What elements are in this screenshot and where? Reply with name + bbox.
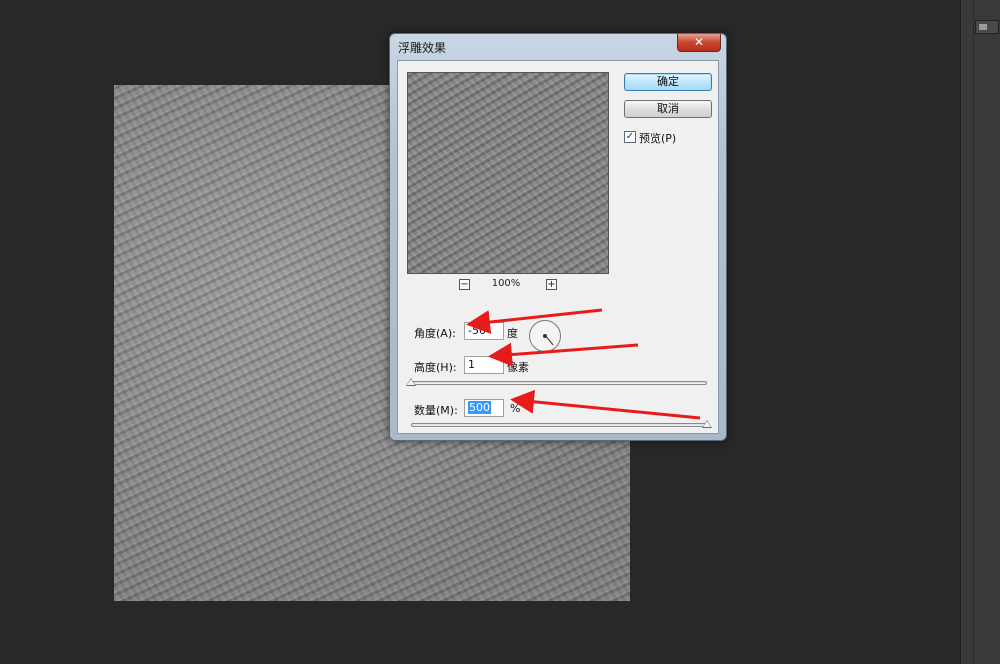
height-slider-track[interactable]: [411, 381, 707, 385]
zoom-level: 100%: [491, 278, 521, 289]
height-input[interactable]: 1: [464, 356, 504, 374]
zoom-out-button[interactable]: −: [459, 279, 470, 290]
ok-button[interactable]: 确定: [624, 73, 712, 91]
amount-input[interactable]: 500: [464, 399, 504, 417]
panel-divider: [973, 0, 974, 664]
angle-dial[interactable]: [529, 320, 561, 352]
amount-label: 数量(M):: [414, 404, 458, 417]
amount-slider-track[interactable]: [411, 423, 707, 427]
filter-preview-pane[interactable]: [407, 72, 609, 274]
close-icon: ✕: [693, 35, 705, 49]
dialog-titlebar[interactable]: 浮雕效果 ✕: [390, 34, 726, 60]
zoom-in-icon: +: [547, 279, 556, 290]
panel-collapse-icon[interactable]: [975, 20, 999, 34]
close-button[interactable]: ✕: [677, 34, 721, 52]
emboss-dialog: 浮雕效果 ✕ − 100% + 确定 取消 ✓ 预览(P) 角度(A): -50…: [389, 33, 727, 441]
height-slider-thumb[interactable]: [406, 378, 416, 386]
right-panel-dock: [960, 0, 1000, 664]
checkmark-icon: ✓: [625, 131, 635, 142]
angle-dial-center: [543, 334, 547, 338]
angle-label: 角度(A):: [414, 327, 456, 340]
cancel-button[interactable]: 取消: [624, 100, 712, 118]
preview-checkbox-label: 预览(P): [639, 132, 677, 145]
height-label: 高度(H):: [414, 361, 457, 374]
amount-unit: %: [510, 402, 521, 415]
angle-unit: 度: [507, 327, 518, 340]
preview-checkbox[interactable]: ✓: [624, 131, 636, 143]
angle-input[interactable]: -50: [464, 322, 504, 340]
zoom-in-button[interactable]: +: [546, 279, 557, 290]
amount-slider-thumb[interactable]: [702, 420, 712, 428]
dialog-title: 浮雕效果: [398, 41, 447, 55]
height-unit: 像素: [507, 361, 529, 374]
zoom-out-icon: −: [460, 279, 469, 290]
dialog-client-area: − 100% + 确定 取消 ✓ 预览(P) 角度(A): -50 度 高度(H…: [397, 60, 719, 434]
